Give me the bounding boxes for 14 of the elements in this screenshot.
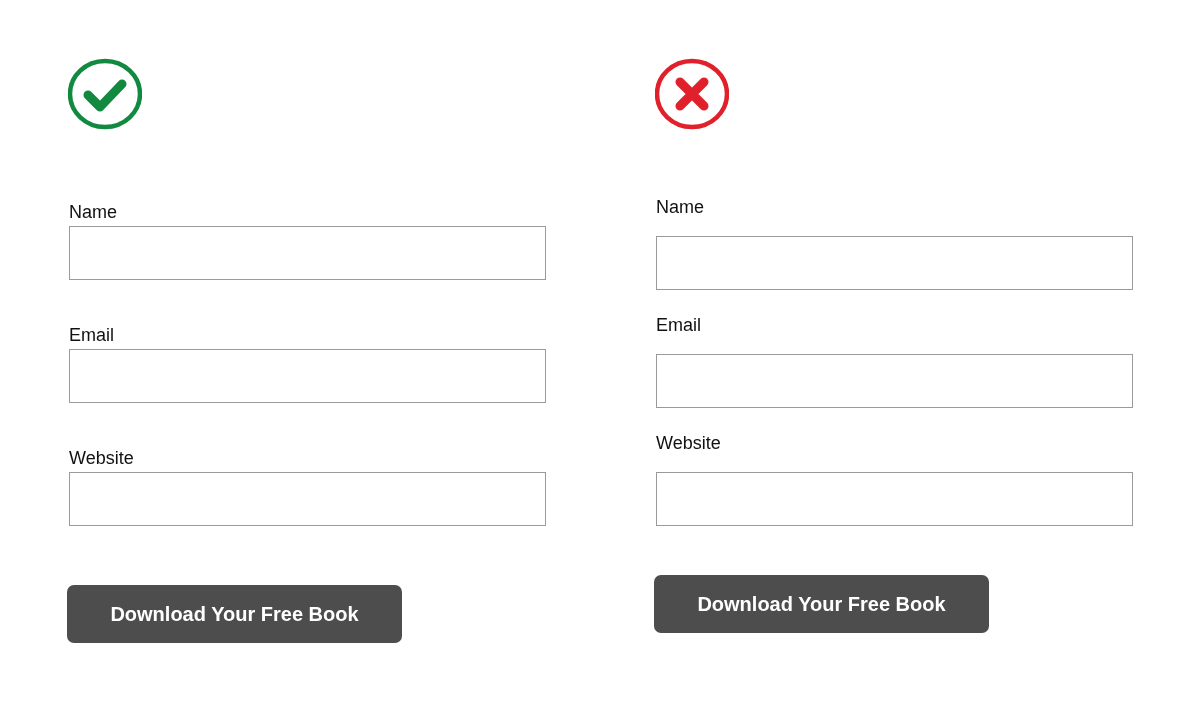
field-label: Email <box>69 324 114 346</box>
field-label: Website <box>656 432 721 454</box>
input-field[interactable] <box>69 226 546 280</box>
input-field[interactable] <box>69 349 546 403</box>
input-field[interactable] <box>656 354 1133 408</box>
input-field[interactable] <box>656 472 1133 526</box>
field-label: Website <box>69 447 134 469</box>
field-label: Name <box>656 196 704 218</box>
field-label: Name <box>69 201 117 223</box>
input-field[interactable] <box>69 472 546 526</box>
download-button[interactable]: Download Your Free Book <box>67 585 402 643</box>
field-label: Email <box>656 314 701 336</box>
download-button[interactable]: Download Your Free Book <box>654 575 989 633</box>
input-field[interactable] <box>656 236 1133 290</box>
